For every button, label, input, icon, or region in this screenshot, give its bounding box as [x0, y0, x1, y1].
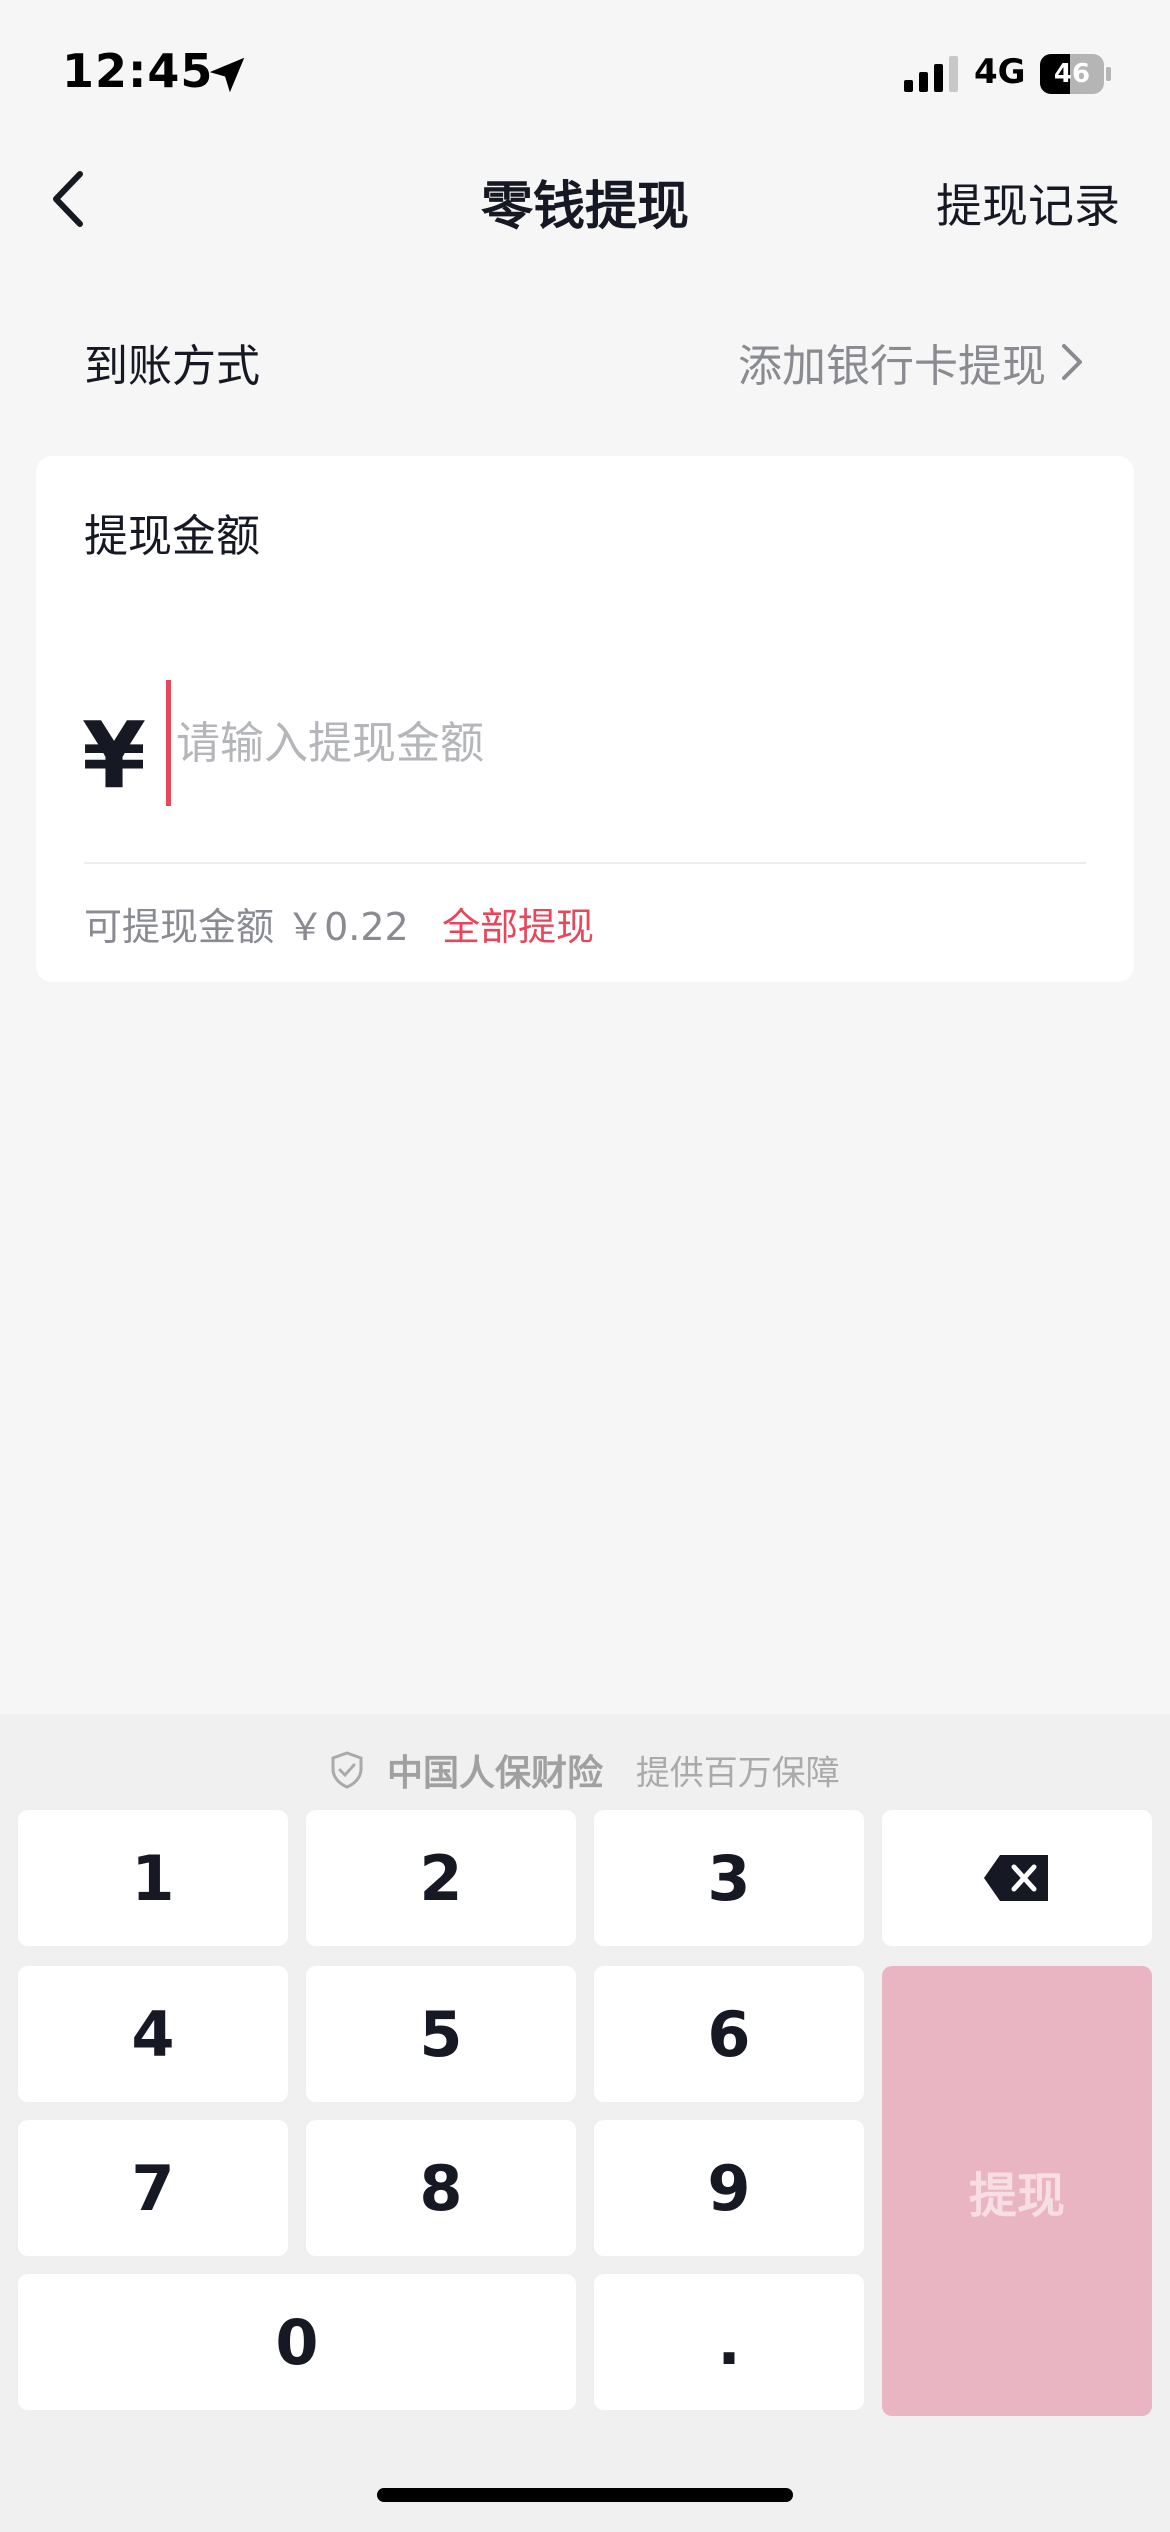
status-time: 12:45: [62, 44, 214, 98]
location-arrow-icon: [209, 57, 245, 93]
withdraw-submit-button[interactable]: 提现: [882, 1966, 1152, 2416]
amount-card-title: 提现金额: [84, 511, 260, 562]
nav-bar: 零钱提现 提现记录: [0, 140, 1170, 256]
key-5[interactable]: 5: [306, 1966, 576, 2102]
home-indicator[interactable]: [377, 2488, 793, 2502]
key-3[interactable]: 3: [594, 1810, 864, 1946]
battery-level: 46: [1053, 59, 1091, 89]
numeric-keyboard: 中国人保财险 提供百万保障 1 2 3 4 5 6 提现 7 8 9 0 .: [0, 1714, 1170, 2532]
withdraw-all-button[interactable]: 全部提现: [442, 896, 594, 951]
shield-check-icon: [331, 1751, 363, 1789]
text-cursor: [166, 680, 171, 806]
backspace-key[interactable]: [882, 1810, 1152, 1946]
withdraw-amount-card: 提现金额 ¥ 可提现金额 ￥0.22 全部提现: [36, 456, 1134, 982]
payout-method-row[interactable]: 到账方式 添加银行卡提现: [0, 300, 1170, 420]
available-balance: 可提现金额 ￥0.22: [84, 905, 409, 949]
backspace-icon: [984, 1855, 1048, 1901]
insurance-tagline: 提供百万保障: [635, 1753, 840, 1794]
insurer-name: 中国人保财险: [386, 1753, 603, 1794]
battery-icon: 46: [1040, 54, 1112, 94]
keyboard-insurance-banner: 中国人保财险 提供百万保障: [0, 1744, 1170, 1796]
amount-input[interactable]: [174, 692, 1058, 794]
key-decimal[interactable]: .: [594, 2274, 864, 2410]
key-1[interactable]: 1: [18, 1810, 288, 1946]
signal-icon: [904, 56, 958, 92]
key-7[interactable]: 7: [18, 2120, 288, 2256]
key-9[interactable]: 9: [594, 2120, 864, 2256]
chevron-right-icon: [1062, 344, 1082, 380]
key-2[interactable]: 2: [306, 1810, 576, 1946]
divider: [84, 862, 1086, 864]
key-0[interactable]: 0: [18, 2274, 576, 2410]
network-type: 4G: [974, 52, 1026, 92]
withdraw-records-link[interactable]: 提现记录: [936, 170, 1120, 236]
add-bank-card-link[interactable]: 添加银行卡提现: [738, 330, 1046, 394]
payout-method-label: 到账方式: [84, 341, 260, 392]
key-4[interactable]: 4: [18, 1966, 288, 2102]
key-8[interactable]: 8: [306, 2120, 576, 2256]
key-6[interactable]: 6: [594, 1966, 864, 2102]
currency-symbol: ¥: [82, 702, 147, 809]
status-bar: 12:45 4G 46: [0, 0, 1170, 140]
